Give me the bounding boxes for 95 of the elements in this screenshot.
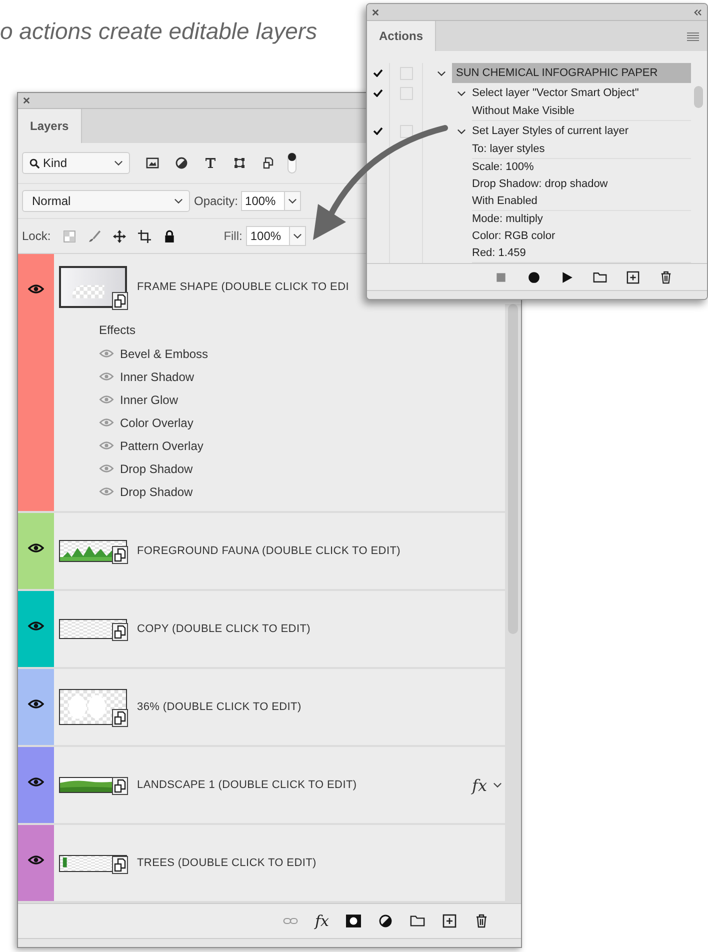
smart-object-icon — [112, 777, 128, 795]
scrollbar[interactable] — [505, 304, 521, 903]
visibility-eye-icon[interactable] — [28, 543, 44, 553]
step-detail: With Enabled — [472, 194, 538, 209]
effect-name[interactable]: Bevel & Emboss — [120, 346, 208, 360]
menu-icon[interactable] — [687, 32, 699, 40]
new-layer-icon[interactable] — [442, 914, 457, 928]
dialog-toggle[interactable] — [400, 86, 412, 100]
play-icon[interactable] — [560, 270, 574, 284]
scrollbar[interactable] — [691, 51, 707, 263]
step-detail: Red: 1.459 — [472, 246, 527, 261]
effect-name[interactable]: Drop Shadow — [120, 462, 193, 476]
visibility-eye-icon[interactable] — [28, 284, 44, 294]
effect-name[interactable]: Inner Glow — [120, 392, 178, 406]
fill-field[interactable]: 100% — [246, 226, 290, 246]
brush-icon[interactable] — [88, 230, 101, 242]
lock-icon[interactable] — [162, 230, 176, 242]
caret-icon[interactable] — [457, 88, 466, 98]
action-step[interactable]: Set Layer Styles of current layer — [472, 125, 629, 137]
checkmark-icon[interactable] — [373, 89, 383, 97]
caret-icon — [288, 198, 298, 204]
caption: o actions create editable layers — [0, 18, 318, 45]
resize-grip[interactable] — [18, 938, 521, 947]
smart-object-icon — [112, 709, 128, 727]
step-detail: Scale: 100% — [472, 160, 535, 175]
crop-icon[interactable] — [138, 230, 151, 242]
trash-icon[interactable] — [474, 914, 489, 928]
effects-label: Effects — [99, 322, 136, 339]
add-style-button[interactable]: fx — [314, 912, 329, 930]
fill-dropdown-button[interactable] — [290, 226, 306, 246]
caret-icon[interactable] — [437, 68, 446, 78]
caret-icon — [293, 233, 302, 239]
caret-icon — [114, 160, 123, 166]
close-icon[interactable] — [23, 97, 30, 104]
collapse-icon[interactable] — [693, 8, 702, 16]
layer-name[interactable]: FOREGROUND FAUNA (DOUBLE CLICK TO EDIT) — [137, 545, 400, 557]
move-icon[interactable] — [112, 230, 126, 242]
close-icon[interactable] — [372, 8, 379, 16]
new-action-icon[interactable] — [626, 270, 640, 284]
layer-name[interactable]: FRAME SHAPE (DOUBLE CLICK TO EDI — [137, 280, 349, 292]
caret-icon[interactable] — [457, 126, 466, 136]
folder-icon[interactable] — [593, 270, 607, 284]
trash-icon[interactable] — [659, 270, 673, 284]
step-detail: Without Make Visible — [472, 104, 576, 119]
visibility-eye-icon[interactable] — [28, 621, 44, 631]
smart-object-icon — [112, 623, 128, 641]
filter-toggle[interactable] — [287, 152, 297, 174]
effects-badge[interactable]: fx — [472, 776, 487, 794]
resize-grip[interactable] — [367, 290, 707, 299]
fill-label: Fill: — [224, 229, 242, 243]
action-step[interactable]: Select layer "Vector Smart Object" — [472, 87, 639, 99]
record-icon[interactable] — [527, 270, 541, 284]
layer-name[interactable]: 36% (DOUBLE CLICK TO EDIT) — [137, 701, 302, 713]
dialog-toggle[interactable] — [400, 66, 412, 80]
layer-name[interactable]: LANDSCAPE 1 (DOUBLE CLICK TO EDIT) — [137, 779, 357, 791]
step-detail: Color: RGB color — [472, 229, 556, 244]
blend-mode-dropdown[interactable]: Normal — [22, 190, 190, 212]
layers-tab[interactable]: Layers — [18, 109, 82, 143]
smart-object-icon — [112, 856, 128, 874]
adjustment-filter-icon[interactable] — [175, 157, 188, 169]
smart-object-icon — [112, 546, 128, 564]
stop-icon[interactable] — [494, 270, 508, 284]
checkmark-icon[interactable] — [373, 127, 383, 135]
layer-name[interactable]: TREES (DOUBLE CLICK TO EDIT) — [137, 857, 316, 869]
layer-name[interactable]: COPY (DOUBLE CLICK TO EDIT) — [137, 623, 310, 635]
mask-icon[interactable] — [346, 914, 361, 928]
opacity-field[interactable]: 100% — [241, 191, 286, 211]
dialog-toggle[interactable] — [400, 124, 412, 138]
opacity-label: Opacity: — [194, 194, 238, 208]
effect-name[interactable]: Color Overlay — [120, 416, 194, 430]
search-icon — [29, 158, 40, 168]
caret-icon[interactable] — [493, 782, 502, 788]
effect-name[interactable]: Inner Shadow — [120, 370, 194, 384]
image-filter-icon[interactable] — [146, 157, 159, 169]
actions-tab[interactable]: Actions — [367, 21, 436, 51]
step-detail: Mode: multiply — [472, 212, 544, 227]
kind-filter-dropdown[interactable]: Kind — [22, 152, 130, 174]
adjustment-icon[interactable] — [378, 914, 393, 928]
action-set[interactable]: SUN CHEMICAL INFOGRAPHIC PAPER — [452, 63, 691, 83]
folder-icon[interactable] — [410, 914, 425, 928]
step-detail: Drop Shadow: drop shadow — [472, 177, 609, 192]
caret-icon — [174, 198, 183, 204]
shape-filter-icon[interactable] — [233, 157, 246, 169]
visibility-eye-icon[interactable] — [28, 855, 44, 865]
checkmark-icon[interactable] — [373, 69, 383, 77]
effect-name[interactable]: Drop Shadow — [120, 484, 193, 498]
visibility-eye-icon[interactable] — [28, 777, 44, 787]
step-detail: To: layer styles — [472, 142, 546, 157]
smart-object-icon — [112, 292, 128, 310]
lock-label: Lock: — [22, 229, 51, 243]
type-filter-icon[interactable] — [204, 157, 217, 169]
opacity-dropdown-button[interactable] — [285, 191, 302, 211]
effect-name[interactable]: Pattern Overlay — [120, 438, 204, 452]
smart-object-filter-icon[interactable] — [262, 157, 275, 169]
visibility-eye-icon[interactable] — [28, 699, 44, 709]
